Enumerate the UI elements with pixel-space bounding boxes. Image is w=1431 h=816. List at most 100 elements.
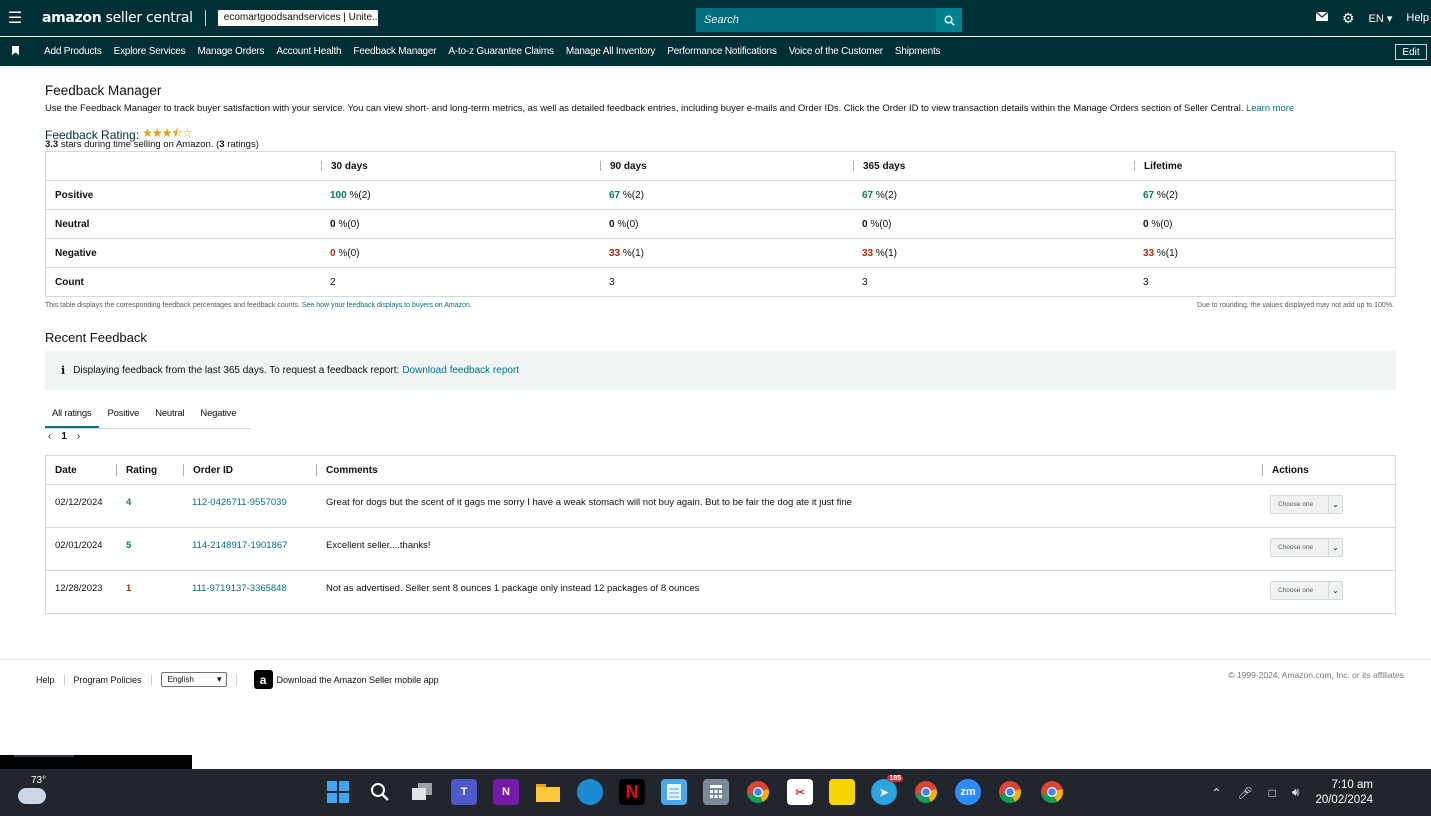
weather-widget[interactable]: 73°: [18, 775, 46, 804]
info-icon: i: [61, 364, 66, 377]
tab-neutral[interactable]: Neutral: [148, 402, 191, 428]
col-90-days: 90 days: [600, 152, 647, 181]
action-select[interactable]: Choose one ⌄: [1270, 538, 1343, 557]
netflix-icon[interactable]: N: [619, 779, 645, 805]
tab-all-ratings[interactable]: All ratings: [45, 402, 99, 428]
table-row: 12/28/2023 1 111-9719137-3365848 Not as …: [46, 571, 1395, 614]
chrome-profile-icon[interactable]: [913, 779, 939, 805]
metrics-row-negative: Negative 0 %(0) 33 %(1) 33 %(1) 33 %(1): [46, 239, 1395, 268]
page-number[interactable]: 1: [61, 431, 67, 442]
notepad-icon[interactable]: [661, 779, 687, 805]
onenote-icon[interactable]: N: [493, 779, 519, 805]
footer-divider: [63, 674, 65, 685]
header-date: Date: [55, 465, 77, 476]
nav-performance-notifications[interactable]: Performance Notifications: [667, 46, 777, 57]
windows-start-icon[interactable]: [325, 779, 351, 805]
search-button[interactable]: [936, 8, 962, 32]
search-icon[interactable]: [367, 779, 393, 805]
chrome-profile-icon[interactable]: [997, 779, 1023, 805]
cloud-icon: [18, 788, 46, 804]
network-icon[interactable]: □: [1269, 786, 1276, 800]
chevron-up-icon[interactable]: ⌃: [1211, 786, 1221, 800]
nav-voice-of-customer[interactable]: Voice of the Customer: [789, 46, 883, 57]
chevron-right-icon[interactable]: ›: [77, 431, 80, 442]
metric-cell: 33 %(1): [609, 248, 645, 259]
nav-shipments[interactable]: Shipments: [895, 46, 941, 57]
action-select[interactable]: Choose one ⌄: [1270, 581, 1343, 600]
task-view-icon[interactable]: [409, 779, 435, 805]
bookmark-icon[interactable]: [0, 45, 30, 58]
row-label: Positive: [55, 190, 94, 201]
chrome-icon[interactable]: [745, 779, 771, 805]
feedback-comment: Not as advertised. Seller sent 8 ounces …: [326, 583, 700, 594]
telegram-icon[interactable]: ➤ 185: [871, 775, 903, 805]
nav-feedback-manager[interactable]: Feedback Manager: [353, 46, 436, 57]
file-explorer-icon[interactable]: [535, 779, 561, 805]
download-app-link[interactable]: Download the Amazon Seller mobile app: [277, 675, 439, 685]
feedback-table-header: Date Rating Order ID Comments Actions: [46, 456, 1395, 485]
order-id-link[interactable]: 112-0426711-9557039: [192, 485, 287, 521]
footer-links: Help Program Policies English ▾ a Downloa…: [36, 670, 439, 689]
hamburger-menu-icon[interactable]: ☰: [0, 0, 30, 36]
language-selector[interactable]: EN ▾: [1369, 12, 1393, 25]
top-right-actions: ⚙ EN ▾ Help: [1315, 0, 1431, 36]
nav-a-to-z-claims[interactable]: A-to-z Guarantee Claims: [448, 46, 554, 57]
calculator-icon[interactable]: [703, 779, 729, 805]
download-feedback-report-link[interactable]: Download feedback report: [402, 365, 519, 376]
page-title: Feedback Manager: [45, 83, 162, 98]
nav-manage-orders[interactable]: Manage Orders: [197, 46, 264, 57]
feedback-rating: 1: [126, 583, 132, 594]
edge-icon[interactable]: [577, 779, 603, 805]
metric-cell: 0 %(0): [1143, 219, 1173, 230]
tab-positive[interactable]: Positive: [101, 402, 147, 428]
learn-more-link[interactable]: Learn more: [1246, 103, 1294, 114]
header-actions: Actions: [1262, 456, 1309, 485]
nav-explore-services[interactable]: Explore Services: [114, 46, 186, 57]
notification-badge: 185: [887, 775, 903, 782]
program-policies-link[interactable]: Program Policies: [74, 675, 142, 685]
zoom-icon[interactable]: zm: [955, 779, 981, 805]
metric-cell: 3: [862, 277, 868, 288]
metrics-row-positive: Positive 100 %(2) 67 %(2) 67 %(2) 67 %(2…: [46, 181, 1395, 210]
edit-bookmarks-button[interactable]: Edit: [1395, 44, 1427, 60]
metrics-header-row: 30 days 90 days 365 days Lifetime: [46, 152, 1395, 181]
pagination: ‹ 1 ›: [48, 431, 80, 442]
mail-icon[interactable]: [1315, 11, 1329, 24]
nav-account-health[interactable]: Account Health: [276, 46, 341, 57]
action-select[interactable]: Choose one ⌄: [1270, 495, 1343, 514]
feedback-display-link[interactable]: See how your feedback displays to buyers…: [302, 302, 472, 309]
metrics-note: This table displays the corresponding fe…: [45, 302, 472, 309]
account-switcher[interactable]: ecomartgoodsandservices | Unite...: [217, 10, 378, 26]
metric-cell: 3: [609, 277, 615, 288]
feedback-comment: Excellent seller....thanks!: [326, 540, 431, 551]
order-id-link[interactable]: 114-2148917-1901867: [192, 528, 287, 564]
metrics-row-neutral: Neutral 0 %(0) 0 %(0) 0 %(0) 0 %(0): [46, 210, 1395, 239]
search-input[interactable]: [696, 8, 936, 32]
order-id-link[interactable]: 111-9719137-3365848: [192, 571, 287, 607]
teams-icon[interactable]: T: [451, 779, 477, 805]
seller-central-logo[interactable]: amazon seller central: [42, 10, 193, 26]
metric-cell: 67 %(2): [862, 190, 898, 201]
sticky-notes-icon[interactable]: [829, 779, 855, 805]
metrics-row-count: Count 2 3 3 3: [46, 268, 1395, 297]
header-comments: Comments: [316, 456, 378, 485]
chevron-down-icon: ⌄: [1328, 539, 1342, 556]
clock[interactable]: 7:10 am 20/02/2024: [1315, 778, 1373, 808]
feedback-date: 02/12/2024: [55, 497, 103, 508]
footer-help-link[interactable]: Help: [36, 675, 55, 685]
nav-add-products[interactable]: Add Products: [44, 46, 102, 57]
nav-manage-all-inventory[interactable]: Manage All Inventory: [566, 46, 656, 57]
footer-language-select[interactable]: English ▾: [160, 672, 227, 687]
chevron-left-icon[interactable]: ‹: [48, 431, 51, 442]
snipping-tool-icon[interactable]: ✂: [787, 779, 813, 805]
header-rating: Rating: [115, 456, 157, 485]
chrome-profile-icon[interactable]: [1039, 779, 1065, 805]
microphone-icon[interactable]: 🎤︎: [1237, 786, 1252, 800]
amazon-app-icon[interactable]: a: [253, 670, 273, 689]
browser-overlay-bar: [0, 755, 192, 769]
tab-negative[interactable]: Negative: [193, 402, 243, 428]
system-tray: ⌃ 🎤︎ □ 🔊︎ 7:10 am 20/02/2024: [1211, 769, 1431, 816]
gear-icon[interactable]: ⚙: [1342, 10, 1355, 27]
volume-icon[interactable]: 🔊︎: [1292, 785, 1300, 800]
help-link[interactable]: Help: [1406, 12, 1429, 24]
